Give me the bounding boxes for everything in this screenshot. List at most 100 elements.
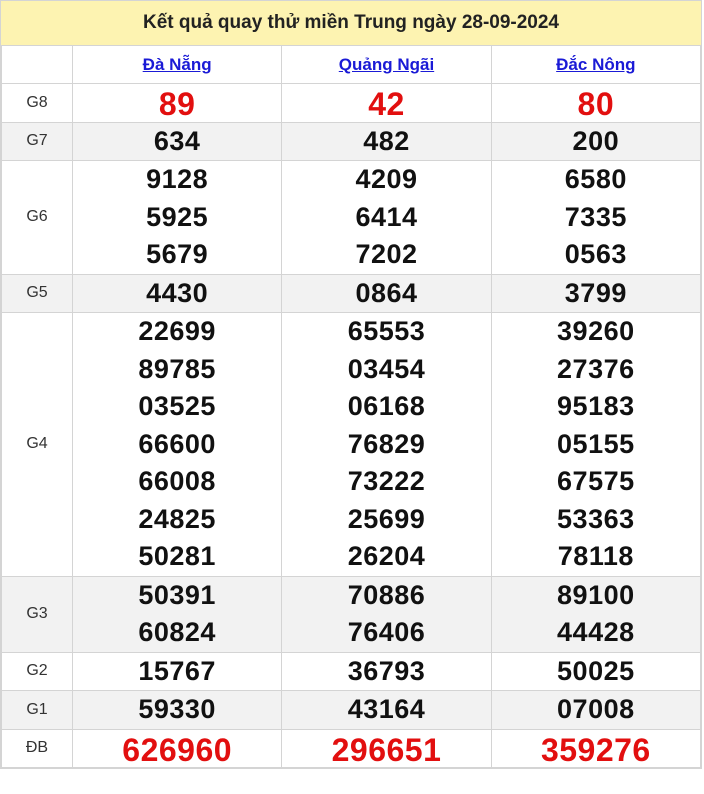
prize-number: 25699 — [347, 503, 426, 534]
results-body: G8 89 42 80 G7 634 482 200 G6 9128 5925 5679 4209 641… — [1, 83, 702, 768]
prize-cell: 482 — [281, 121, 492, 161]
prize-cell: 6580 7335 0563 — [490, 160, 702, 275]
prize-number: 76829 — [347, 428, 426, 459]
prize-number: 36793 — [347, 655, 426, 686]
prize-row: G5 4430 0864 3799 — [1, 273, 702, 313]
prize-cell: 36793 — [281, 651, 492, 691]
prize-number: 65553 — [347, 316, 426, 346]
page-title: Kết quả quay thử miền Trung ngày 28-09-2… — [1, 1, 701, 46]
prize-number: 76406 — [347, 617, 426, 647]
prize-cell: 89100 44428 — [490, 575, 702, 653]
province-header[interactable]: Đà Nẵng — [71, 46, 283, 84]
results-panel: Kết quả quay thử miền Trung ngày 28-09-2… — [0, 0, 702, 769]
prize-cell: 65553 03454 06168 76829 73222 25699 26204 — [281, 312, 492, 577]
prize-number: 50281 — [138, 541, 216, 571]
prize-number: 60824 — [138, 617, 216, 647]
prize-number: 296651 — [331, 731, 442, 768]
prize-label: G4 — [1, 312, 73, 577]
prize-label: G5 — [1, 273, 73, 313]
prize-number: 634 — [153, 125, 201, 156]
prize-number: 4209 — [355, 164, 418, 194]
prize-number: 44428 — [557, 617, 635, 647]
prize-number: 78118 — [557, 541, 634, 571]
prize-row: G8 89 42 80 — [1, 83, 702, 123]
prize-number: 67575 — [557, 466, 635, 496]
prize-number: 5679 — [146, 239, 209, 269]
prize-number: 9128 — [146, 164, 209, 194]
prize-number: 50391 — [138, 579, 216, 610]
prize-number: 80 — [577, 86, 615, 122]
prize-row: G7 634 482 200 — [1, 121, 702, 161]
prize-number: 73222 — [347, 466, 426, 496]
prize-number: 22699 — [138, 316, 216, 346]
province-header[interactable]: Đắc Nông — [490, 46, 702, 84]
prize-cell: 359276 — [490, 728, 702, 768]
prize-number: 59330 — [138, 694, 216, 724]
prize-number: 6580 — [564, 164, 627, 194]
prize-row: G3 50391 60824 70886 76406 89100 44428 — [1, 575, 702, 653]
prize-number: 89 — [158, 86, 196, 122]
prize-cell: 4209 6414 7202 — [281, 160, 492, 275]
province-header[interactable]: Quảng Ngãi — [281, 46, 492, 84]
prize-cell: 200 — [490, 121, 702, 161]
prize-number: 06168 — [347, 391, 426, 421]
prize-cell: 626960 — [71, 728, 283, 768]
prize-number: 89785 — [138, 353, 216, 384]
prize-label: G6 — [1, 160, 73, 275]
prize-number: 482 — [363, 125, 410, 156]
corner-cell — [1, 46, 73, 84]
province-link-quang-ngai[interactable]: Quảng Ngãi — [339, 55, 434, 74]
prize-number: 70886 — [347, 579, 426, 610]
prize-cell: 634 — [71, 121, 283, 161]
prize-cell: 07008 — [490, 690, 702, 730]
prize-number: 359276 — [540, 731, 651, 768]
prize-label: G3 — [1, 575, 73, 653]
prize-number: 626960 — [122, 731, 233, 768]
results-table: Đà Nẵng Quảng Ngãi Đắc Nông G8 89 42 80 G7 63… — [1, 46, 702, 768]
prize-cell: 0864 — [281, 273, 492, 313]
prize-number: 42 — [368, 86, 405, 122]
prize-number: 53363 — [557, 503, 635, 534]
prize-cell: 43164 — [281, 690, 492, 730]
prize-number: 4430 — [146, 277, 209, 308]
prize-number: 0864 — [355, 277, 418, 308]
prize-label: G1 — [1, 690, 73, 730]
prize-number: 27376 — [557, 353, 635, 384]
prize-cell: 9128 5925 5679 — [71, 160, 283, 275]
prize-cell: 89 — [71, 83, 283, 123]
prize-label: ĐB — [1, 728, 73, 768]
prize-cell: 59330 — [71, 690, 283, 730]
prize-number: 7335 — [564, 201, 627, 232]
prize-number: 5925 — [146, 201, 209, 232]
prize-number: 89100 — [557, 579, 635, 610]
prize-number: 07008 — [557, 694, 635, 724]
prize-cell: 296651 — [281, 728, 492, 768]
prize-number: 26204 — [347, 541, 426, 571]
prize-label: G2 — [1, 651, 73, 691]
prize-cell: 39260 27376 95183 05155 67575 53363 78118 — [490, 312, 702, 577]
prize-row: G2 15767 36793 50025 — [1, 651, 702, 691]
header-row: Đà Nẵng Quảng Ngãi Đắc Nông — [1, 46, 702, 84]
prize-cell: 42 — [281, 83, 492, 123]
prize-number: 200 — [572, 125, 620, 156]
prize-label: G8 — [1, 83, 73, 123]
prize-cell: 70886 76406 — [281, 575, 492, 653]
province-link-da-nang[interactable]: Đà Nẵng — [143, 55, 212, 74]
province-link-dac-nong[interactable]: Đắc Nông — [556, 55, 635, 74]
prize-cell: 50391 60824 — [71, 575, 283, 653]
prize-number: 03525 — [138, 391, 216, 421]
prize-cell: 80 — [490, 83, 702, 123]
prize-number: 03454 — [347, 353, 426, 384]
prize-row: G4 22699 89785 03525 66600 66008 24825 50281 655… — [1, 312, 702, 577]
prize-number: 50025 — [557, 655, 635, 686]
prize-number: 66008 — [138, 466, 216, 496]
prize-cell: 15767 — [71, 651, 283, 691]
prize-number: 3799 — [564, 277, 627, 308]
prize-label: G7 — [1, 121, 73, 161]
prize-row: G6 9128 5925 5679 4209 6414 7202 6580 7335 0563 — [1, 160, 702, 275]
prize-number: 15767 — [138, 655, 216, 686]
prize-number: 24825 — [138, 503, 216, 534]
prize-row: G1 59330 43164 07008 — [1, 690, 702, 730]
prize-number: 7202 — [355, 239, 418, 269]
prize-cell: 22699 89785 03525 66600 66008 24825 50281 — [71, 312, 283, 577]
